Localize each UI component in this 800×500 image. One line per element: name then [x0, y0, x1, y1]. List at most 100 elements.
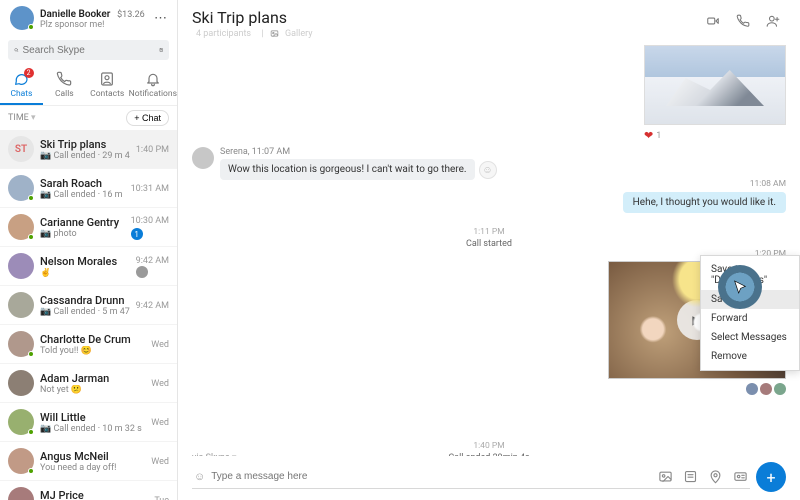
chevron-down-icon[interactable]: ▾ [29, 113, 36, 123]
conversation-preview: You need a day off! [40, 463, 145, 473]
search-field[interactable] [23, 45, 155, 56]
message-text: Hehe, I thought you would like it. [633, 197, 776, 208]
add-user-icon [766, 14, 780, 28]
tab-notifications[interactable]: Notifications [129, 66, 177, 105]
conversation-time: Wed [151, 457, 169, 467]
conversation-name: Carianne Gentry [40, 216, 125, 229]
call-text: Call ended 29min 4s [178, 453, 800, 456]
message-bubble[interactable]: Hehe, I thought you would like it. [623, 192, 786, 213]
conversation-name: Will Little [40, 411, 145, 424]
avatar: ST [8, 136, 34, 162]
conversation-preview: 📷 photo [40, 229, 125, 239]
conversation-item[interactable]: Sarah Roach📷 Call ended · 16 m 23 s10:31… [0, 169, 177, 208]
incoming-message: Serena, 11:07 AM Wow this location is go… [192, 147, 475, 180]
reaction-row[interactable]: ❤ 1 [644, 129, 786, 142]
add-people-button[interactable] [760, 8, 786, 34]
compose-field[interactable]: ☺ [192, 465, 750, 489]
message-text: Wow this location is gorgeous! I can't w… [228, 164, 467, 175]
conversation-name: Charlotte De Crum [40, 333, 145, 346]
more-icon[interactable]: ⋯ [154, 11, 167, 26]
attach-file-icon[interactable] [683, 469, 698, 484]
image-message[interactable] [644, 45, 786, 125]
conversation-name: Angus McNeil [40, 450, 145, 463]
conversation-item[interactable]: Carianne Gentry📷 photo10:30 AM1 [0, 208, 177, 247]
audio-call-button[interactable] [730, 8, 756, 34]
phone-icon [736, 14, 750, 28]
search-icon [14, 44, 19, 56]
conversation-item[interactable]: Cassandra Drunn📷 Call ended · 5 m 47 s9:… [0, 286, 177, 325]
tab-notifications-label: Notifications [129, 89, 177, 99]
new-chat-button[interactable]: + Chat [126, 110, 169, 126]
compose-bar: ☺ + [178, 456, 800, 500]
avatar [8, 331, 34, 357]
search-input[interactable] [8, 40, 169, 60]
conversation-item[interactable]: Will Little📷 Call ended · 10 m 32 sWed [0, 403, 177, 442]
contact-card-icon[interactable] [733, 469, 748, 484]
conversation-name: Adam Jarman [40, 372, 145, 385]
dialpad-icon[interactable] [159, 44, 164, 56]
sort-label[interactable]: TIME [8, 113, 29, 123]
conversation-item[interactable]: STSki Trip plans📷 Call ended · 29 m 4 s1… [0, 130, 177, 169]
context-menu-item[interactable]: Select Messages [701, 328, 799, 347]
cursor-icon [732, 279, 748, 295]
chat-title: Ski Trip plans [192, 8, 317, 27]
conversation-item[interactable]: Angus McNeilYou need a day off! Wed [0, 442, 177, 481]
tab-chats-label: Chats [10, 89, 32, 99]
conversation-item[interactable]: Nelson Morales✌️9:42 AM [0, 247, 177, 286]
location-icon[interactable] [708, 469, 723, 484]
call-started-info: 1:11 PM Call started [178, 227, 800, 249]
context-menu-item[interactable]: Forward [701, 309, 799, 328]
chat-panel: Ski Trip plans 4 participants | Gallery … [178, 0, 800, 500]
avatar [8, 409, 34, 435]
participants-label[interactable]: 4 participants [196, 29, 251, 39]
conversation-item[interactable]: Adam JarmanNot yet 😕Wed [0, 364, 177, 403]
chevron-down-icon[interactable]: ▾ [232, 453, 237, 456]
video-call-button[interactable] [700, 8, 726, 34]
chat-body[interactable]: ❤ 1 Serena, 11:07 AM Wow this location i… [178, 43, 800, 456]
contacts-icon [99, 71, 115, 87]
avatar [8, 370, 34, 396]
attach-image-icon[interactable] [658, 469, 673, 484]
message-time: 11:08 AM [623, 179, 786, 189]
emoji-icon[interactable]: ☺ [194, 470, 205, 483]
conversation-name: Cassandra Drunn [40, 294, 130, 307]
gallery-label[interactable]: Gallery [285, 29, 313, 39]
gallery-icon [270, 29, 279, 38]
unread-badge: 2 [24, 68, 34, 78]
react-button[interactable]: ☺ [479, 161, 497, 179]
conversation-preview: 📷 Call ended · 10 m 32 s [40, 424, 145, 434]
conversation-preview: 📷 Call ended · 16 m 23 s [40, 190, 125, 200]
conversation-item[interactable]: Charlotte De CrumTold you!! 😊Wed [0, 325, 177, 364]
outgoing-message: 11:08 AM Hehe, I thought you would like … [623, 179, 786, 213]
tab-chats[interactable]: Chats 2 [0, 66, 43, 105]
message-bubble[interactable]: Wow this location is gorgeous! I can't w… [220, 159, 475, 180]
list-header: TIME ▾ + Chat [0, 106, 177, 130]
heart-icon: ❤ [644, 129, 653, 142]
self-status: Plz sponsor me! [40, 20, 145, 30]
tab-contacts-label: Contacts [90, 89, 124, 99]
conversation-time: 9:42 AM [136, 256, 169, 266]
conversation-item[interactable]: MJ PriceTeehee!Tue [0, 481, 177, 500]
seen-by-avatars[interactable] [746, 383, 786, 395]
avatar [8, 487, 34, 500]
via-label: via Skype ▾ [192, 453, 236, 456]
conversation-time: 10:31 AM [131, 184, 169, 194]
self-avatar[interactable] [10, 6, 34, 30]
sender-avatar[interactable] [192, 147, 214, 169]
tab-contacts[interactable]: Contacts [86, 66, 129, 105]
call-text: Call started [178, 239, 800, 249]
nav-tabs: Chats 2 Calls Contacts Notifications [0, 66, 177, 106]
phone-icon [56, 71, 72, 87]
tab-calls-label: Calls [55, 89, 74, 99]
conversation-list[interactable]: STSki Trip plans📷 Call ended · 29 m 4 s1… [0, 130, 177, 500]
self-profile[interactable]: Danielle Booker $13.26 Plz sponsor me! ⋯ [10, 6, 167, 30]
tab-calls[interactable]: Calls [43, 66, 86, 105]
send-button[interactable]: + [756, 462, 786, 492]
conversation-name: MJ Price [40, 489, 148, 500]
conversation-time: 10:30 AM [131, 216, 169, 226]
context-menu-item[interactable]: Remove [701, 347, 799, 366]
conversation-preview: Told you!! 😊 [40, 346, 145, 356]
compose-input[interactable] [211, 471, 652, 482]
call-time: 1:11 PM [178, 227, 800, 237]
chat-header: Ski Trip plans 4 participants | Gallery [178, 0, 800, 43]
